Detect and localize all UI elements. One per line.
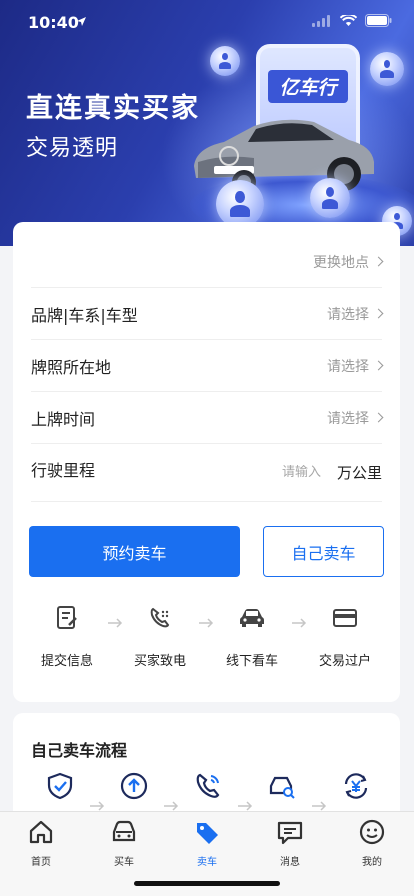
chevron-right-icon — [373, 360, 384, 371]
car-illustration — [194, 119, 374, 194]
mileage-unit: 万公里 — [336, 464, 382, 482]
mileage-input[interactable] — [278, 465, 321, 480]
chevron-right-icon — [373, 308, 384, 319]
tab-sell-car[interactable]: 卖车 — [177, 818, 237, 868]
step-submit-info: 提交信息 — [27, 604, 107, 669]
brand-model-label: 品牌|车系|车型 — [31, 305, 138, 325]
step-buyer-call: 买家致电 — [120, 604, 200, 669]
change-location-link[interactable]: 更换地点 — [313, 252, 369, 272]
tab-messages[interactable]: 消息 — [260, 818, 320, 868]
self-sell-flow — [13, 771, 400, 811]
mileage-row: 行驶里程 万公里 — [31, 444, 382, 502]
shield-check-icon — [47, 772, 73, 800]
location-arrow-icon — [77, 17, 86, 26]
yuan-exchange-icon — [344, 773, 368, 799]
change-location-row[interactable]: 更换地点 — [31, 236, 384, 288]
plate-location-row[interactable]: 牌照所在地 请选择 — [31, 340, 384, 392]
chevron-right-icon — [373, 412, 384, 423]
avatar-bubble-3 — [216, 180, 264, 228]
sell-form-card: 更换地点 品牌|车系|车型 请选择 牌照所在地 请选择 上牌时间 请选择 行驶里… — [13, 222, 400, 702]
user-icon — [359, 819, 385, 845]
brand-model-value[interactable]: 请选择 — [327, 304, 369, 324]
step-label: 买家致电 — [133, 654, 186, 669]
tab-profile[interactable]: 我的 — [342, 818, 402, 868]
registration-date-value[interactable]: 请选择 — [327, 408, 369, 428]
registration-date-label: 上牌时间 — [31, 409, 96, 429]
tab-label: 卖车 — [197, 857, 217, 868]
brand-model-row[interactable]: 品牌|车系|车型 请选择 — [31, 288, 384, 340]
home-indicator[interactable] — [134, 881, 280, 886]
form-icon — [53, 604, 81, 632]
tag-icon — [197, 823, 218, 844]
tab-label: 买车 — [114, 857, 134, 868]
tab-buy-car[interactable]: 买车 — [94, 818, 154, 868]
battery-icon — [365, 14, 392, 27]
avatar-bubble-2 — [370, 52, 404, 86]
book-sell-button[interactable]: 预约卖车 — [29, 526, 240, 577]
hero-headline: 直连真实买家 — [26, 93, 200, 124]
upload-icon — [120, 772, 148, 800]
arrow-right-icon — [164, 801, 179, 811]
tab-label: 首页 — [31, 857, 51, 868]
signal-icon — [312, 14, 330, 27]
registration-date-row[interactable]: 上牌时间 请选择 — [31, 392, 384, 444]
status-time: 10:40 — [28, 13, 79, 32]
arrow-right-icon — [90, 801, 105, 811]
phone-call-icon — [196, 773, 220, 798]
car-search-icon — [269, 776, 295, 799]
status-bar: 10:40 — [0, 0, 414, 44]
tab-label: 消息 — [280, 857, 300, 868]
self-sell-flow-title: 自己卖车流程 — [31, 741, 128, 760]
plate-location-label: 牌照所在地 — [31, 357, 112, 377]
avatar-bubble-1 — [210, 46, 240, 76]
phone-icon — [146, 604, 174, 632]
card-icon — [331, 604, 359, 632]
message-icon — [277, 821, 303, 845]
chevron-right-icon — [373, 256, 384, 267]
mileage-label: 行驶里程 — [31, 460, 96, 480]
step-offline-viewing: 线下看车 — [212, 604, 292, 669]
step-label: 线下看车 — [225, 654, 278, 669]
tab-home[interactable]: 首页 — [11, 818, 71, 868]
car-icon — [238, 604, 266, 632]
car-icon — [112, 820, 136, 842]
wifi-icon — [340, 14, 357, 26]
plate-location-value[interactable]: 请选择 — [327, 356, 369, 376]
avatar-bubble-4 — [310, 178, 350, 218]
arrow-right-icon — [312, 801, 327, 811]
step-label: 提交信息 — [40, 654, 93, 669]
step-transfer: 交易过户 — [305, 604, 385, 669]
arrow-right-icon — [238, 801, 253, 811]
process-steps: 提交信息 买家致电 线下看车 交易过户 — [13, 604, 400, 674]
tab-label: 我的 — [362, 857, 382, 868]
hero-subline: 交易透明 — [26, 136, 119, 161]
home-icon — [29, 820, 53, 844]
step-label: 交易过户 — [318, 654, 371, 669]
self-sell-button[interactable]: 自己卖车 — [263, 526, 384, 577]
